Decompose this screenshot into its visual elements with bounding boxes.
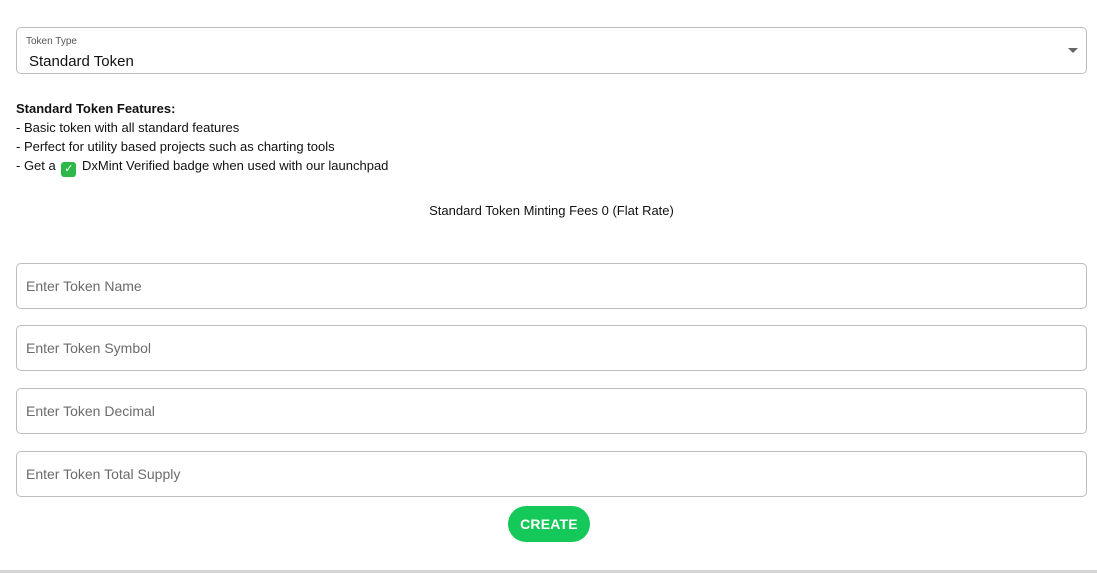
feature-line-suffix: DxMint Verified badge when used with our…	[82, 158, 389, 173]
create-button[interactable]: CREATE	[508, 506, 590, 542]
check-mark-icon: ✓	[61, 162, 77, 177]
token-features: Standard Token Features: - Basic token w…	[16, 99, 716, 177]
token-type-value: Standard Token	[29, 53, 134, 70]
token-decimal-input[interactable]	[16, 388, 1087, 434]
minting-fees-text: Standard Token Minting Fees 0 (Flat Rate…	[429, 203, 674, 218]
token-symbol-input[interactable]	[16, 325, 1087, 371]
features-title: Standard Token Features:	[16, 101, 176, 116]
token-create-page: Token Type Standard Token Standard Token…	[0, 0, 1097, 573]
feature-line: - Basic token with all standard features	[16, 120, 240, 135]
token-type-select[interactable]: Token Type Standard Token	[16, 27, 1087, 74]
feature-line: - Perfect for utility based projects suc…	[16, 139, 335, 154]
token-type-label: Token Type	[26, 36, 77, 47]
token-name-input[interactable]	[16, 263, 1087, 309]
feature-line-prefix: - Get a	[16, 158, 56, 173]
token-supply-input[interactable]	[16, 451, 1087, 497]
caret-down-icon[interactable]	[1068, 48, 1078, 53]
feature-line: - Get a ✓ DxMint Verified badge when use…	[16, 156, 716, 177]
